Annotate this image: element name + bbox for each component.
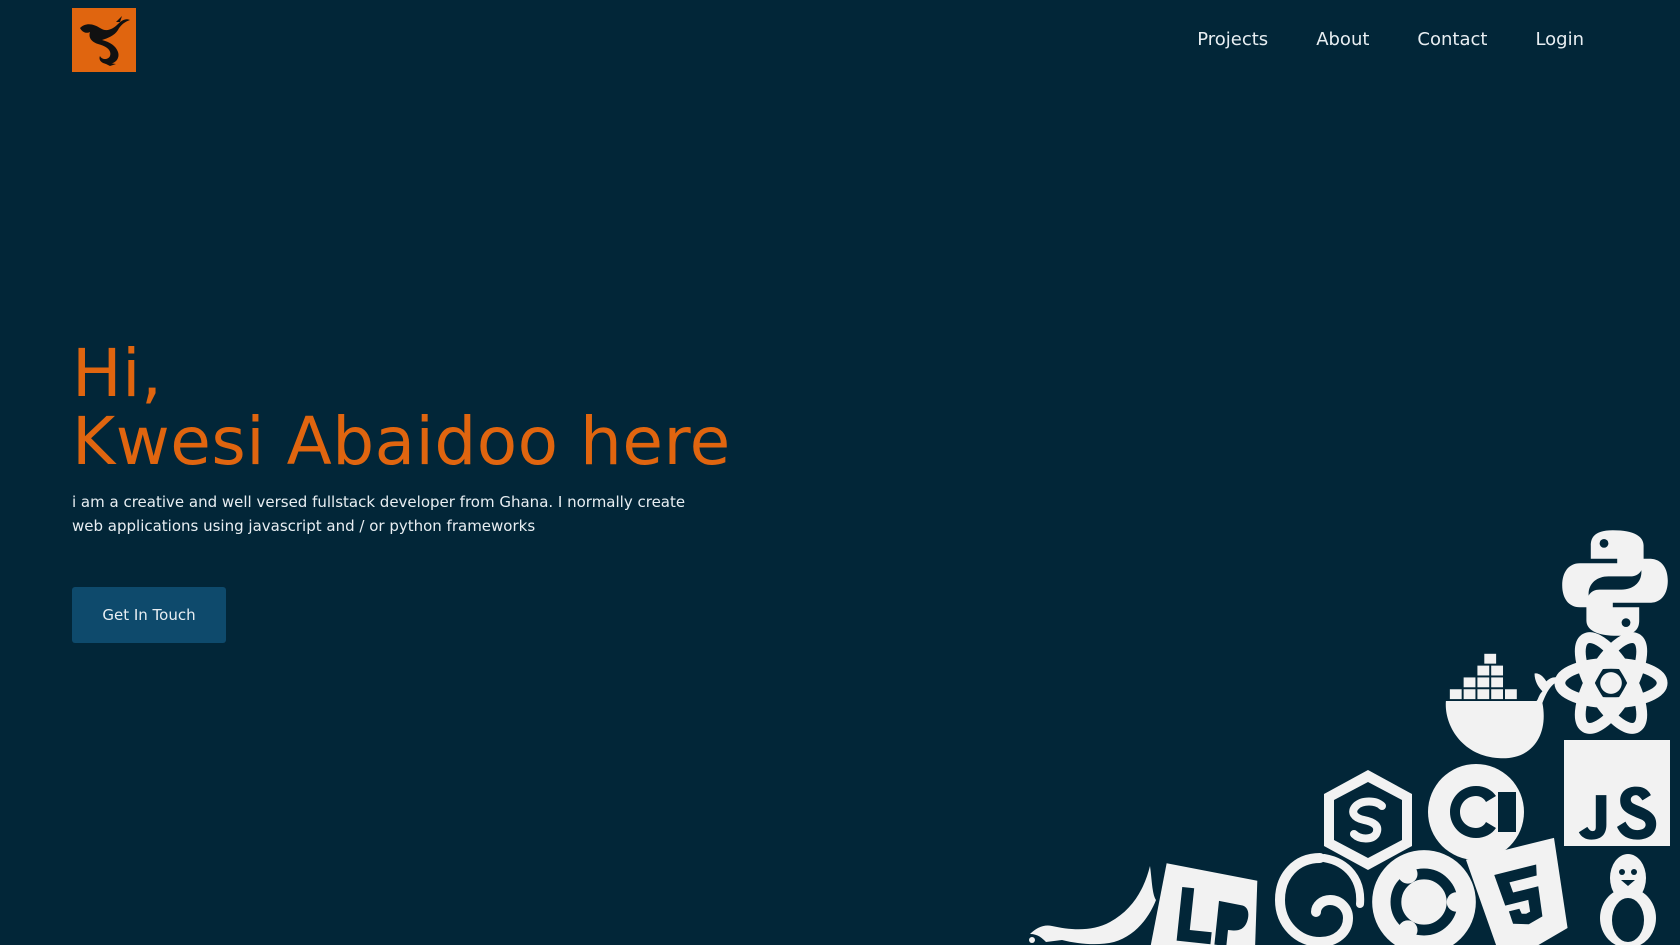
dragon-logo-icon xyxy=(72,8,136,72)
main-nav: Projects About Contact Login xyxy=(1197,28,1584,52)
hero-greeting: Hi, xyxy=(72,335,163,412)
nav-contact[interactable]: Contact xyxy=(1417,28,1487,52)
page: Projects About Contact Login Hi, Kwesi A… xyxy=(0,0,1680,945)
docker-icon xyxy=(1445,653,1563,759)
logo-link[interactable] xyxy=(72,8,136,72)
hero-headline: Kwesi Abaidoo here xyxy=(72,403,731,480)
nav-about[interactable]: About xyxy=(1316,28,1369,52)
debian-icon xyxy=(1274,853,1365,945)
javascript-icon xyxy=(1564,740,1670,846)
hero-section: Hi, Kwesi Abaidoo here i am a creative a… xyxy=(72,335,731,538)
python-icon xyxy=(1562,530,1668,636)
nav-projects[interactable]: Projects xyxy=(1197,28,1268,52)
hero-description: i am a creative and well versed fullstac… xyxy=(72,493,686,535)
ubuntu-icon xyxy=(1372,850,1476,945)
linux-icon xyxy=(1600,854,1656,945)
get-in-touch-button[interactable]: Get In Touch xyxy=(72,587,226,643)
nav-login[interactable]: Login xyxy=(1535,28,1584,52)
tech-icon-pile xyxy=(1000,520,1680,945)
react-icon xyxy=(1554,632,1668,734)
python-splash-icon xyxy=(1029,866,1156,945)
laravel-icon xyxy=(1149,863,1258,945)
hero-heading: Hi, Kwesi Abaidoo here xyxy=(72,335,731,480)
